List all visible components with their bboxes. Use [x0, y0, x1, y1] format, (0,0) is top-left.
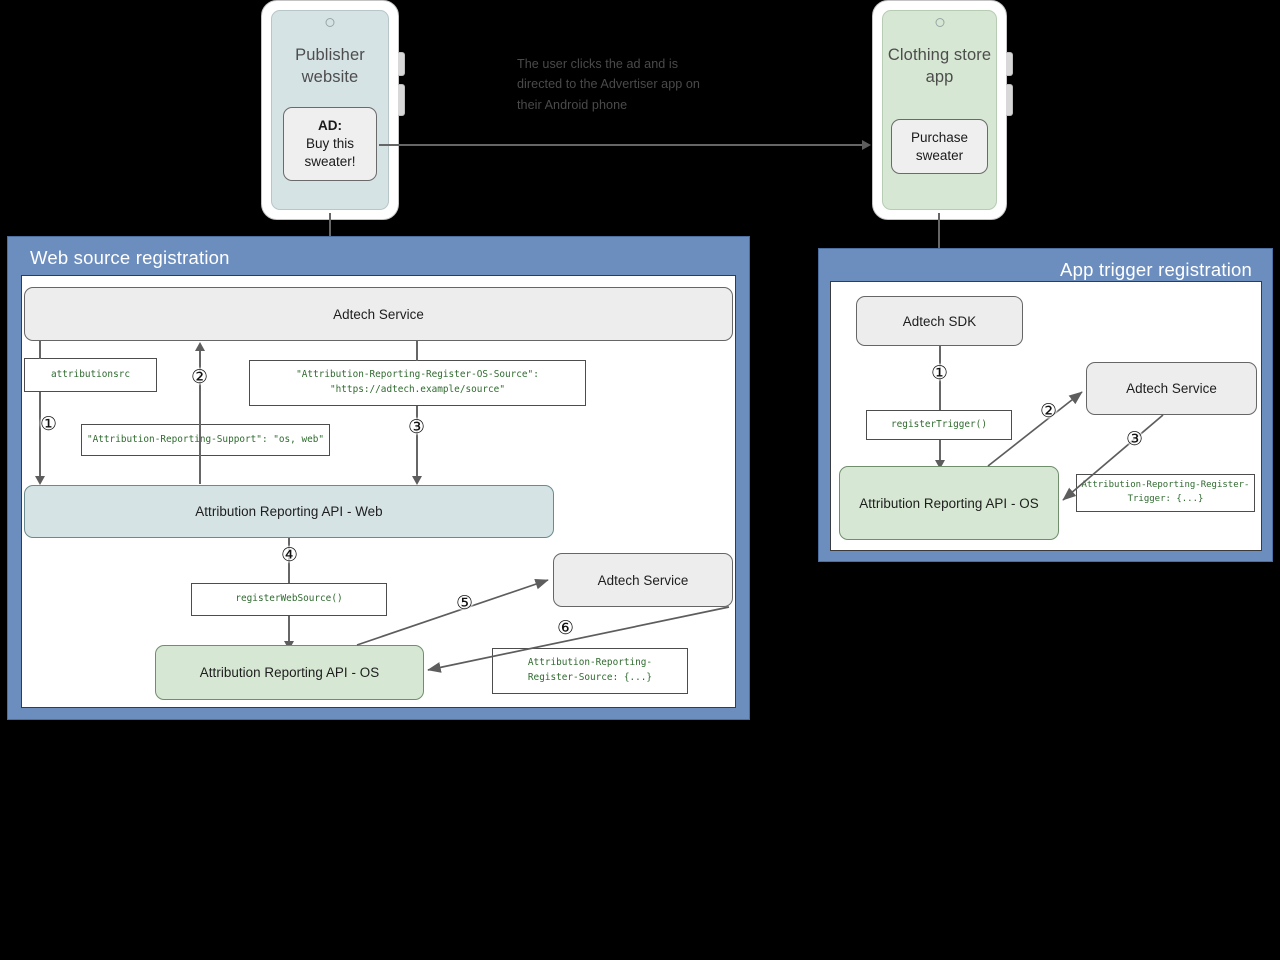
diagram-canvas: Publisher website AD: Buy this sweater! …: [0, 0, 1280, 960]
app-step3-arrow: [1062, 414, 1164, 501]
app-step-3-marker: ③: [1126, 428, 1144, 450]
web-step-6-marker: ⑥: [557, 617, 575, 639]
